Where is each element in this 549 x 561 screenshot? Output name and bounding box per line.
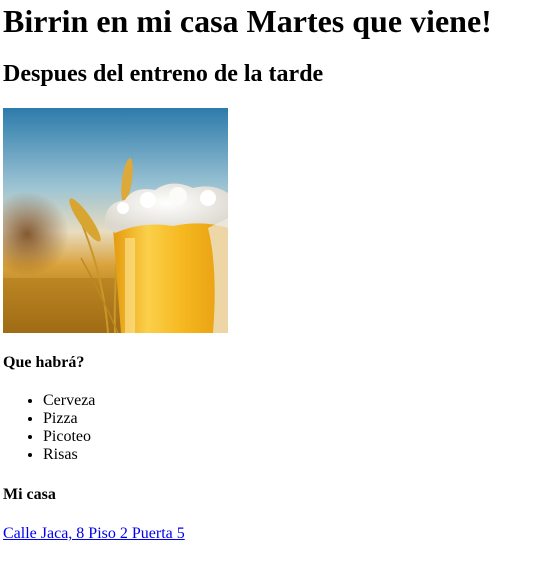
list-item: Risas	[43, 446, 549, 464]
beer-glass-graphic	[104, 183, 228, 333]
page-subtitle: Despues del entreno de la tarde	[3, 61, 324, 87]
page: Birrin en mi casa Martes que viene! Desp…	[0, 3, 549, 543]
address-link[interactable]: Calle Jaca, 8 Piso 2 Puerta 5	[3, 525, 185, 543]
items-list: Cerveza Pizza Picoteo Risas	[3, 392, 549, 464]
where-heading: Mi casa	[3, 486, 56, 503]
list-item: Cerveza	[43, 392, 549, 410]
page-title: Birrin en mi casa Martes que viene!	[3, 3, 492, 39]
list-item: Pizza	[43, 410, 549, 428]
beer-image	[3, 108, 228, 333]
list-item: Picoteo	[43, 428, 549, 446]
what-heading: Que habrá?	[3, 354, 85, 371]
